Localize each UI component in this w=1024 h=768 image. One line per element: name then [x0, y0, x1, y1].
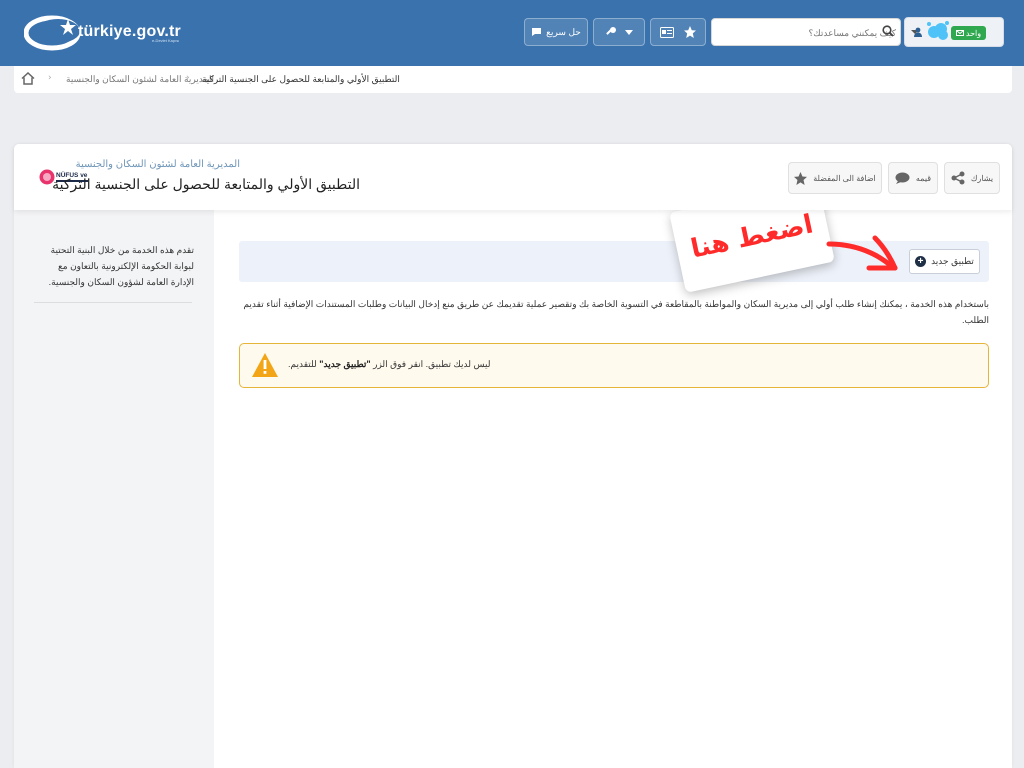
warning-message: ليس لديك تطبيق. انقر فوق الزر "تطبيق جدي…	[288, 359, 490, 370]
star-icon	[794, 171, 808, 185]
share-label: يشارك	[970, 173, 994, 183]
top-header: türkiye.gov.tr e-Devlet Kapısı حل سريع و…	[0, 0, 1024, 66]
logo-subtext: e-Devlet Kapısı	[152, 38, 180, 43]
service-header: NÜFUS ve المديرية العامة لشئون السكان وا…	[14, 144, 1012, 210]
warning-text-start: ليس لديك تطبيق. انقر فوق الزر	[370, 359, 491, 369]
comment-icon	[895, 172, 910, 184]
sidebar-info-text: تقدم هذه الخدمة من خلال البنية التحتية ل…	[48, 245, 194, 287]
login-label: واحد	[965, 28, 982, 38]
rate-label: قيمه	[915, 173, 932, 183]
new-application-button[interactable]: + تطبيق جديد	[909, 249, 980, 274]
plus-circle-icon: +	[915, 256, 927, 267]
login-button[interactable]: واحد	[904, 17, 1004, 47]
key-icon	[606, 27, 616, 35]
breadcrumb-separator: ›	[48, 73, 52, 83]
sidebar-divider	[34, 302, 192, 303]
edevlet-badge: واحد	[951, 26, 986, 40]
new-application-label: تطبيق جديد	[931, 256, 974, 266]
service-description: باستخدام هذه الخدمة ، يمكنك إنشاء طلب أو…	[243, 299, 989, 325]
page-title: التطبيق الأولي والمتابعة للحصول على الجن…	[52, 176, 360, 192]
chevron-down-icon	[625, 29, 633, 35]
press-here-text: اضغط هنا	[688, 209, 816, 265]
id-card-icon	[660, 26, 674, 38]
warning-text-bold: "تطبيق جديد"	[319, 359, 371, 369]
home-icon[interactable]	[21, 72, 35, 85]
user-icon	[914, 27, 922, 37]
search-box	[711, 18, 901, 46]
breadcrumb: › المديرية العامة لشئون السكان والجنسية …	[14, 66, 1012, 93]
share-icon	[951, 171, 965, 185]
search-icon[interactable]	[882, 25, 894, 37]
card-and-favorites-button[interactable]	[650, 18, 706, 46]
edevlet-cloud-icon	[927, 21, 949, 40]
chat-icon	[532, 28, 542, 36]
breadcrumb-item-service: التطبيق الأولي والمتابعة للحصول على الجن…	[202, 74, 400, 84]
add-to-favorites-button[interactable]: اضافة الى المفضلة	[788, 162, 882, 194]
warning-text-end: للتقديم.	[288, 359, 320, 369]
crescent-star-icon	[23, 15, 81, 51]
envelope-icon	[955, 30, 964, 36]
breadcrumb-separator: ›	[186, 73, 190, 83]
quick-solution-button[interactable]: حل سريع	[524, 18, 588, 46]
add-to-favorites-label: اضافة الى المفضلة	[813, 173, 876, 183]
organization-name[interactable]: المديرية العامة لشئون السكان والجنسية	[76, 159, 240, 170]
search-input[interactable]	[738, 24, 896, 42]
star-icon	[684, 26, 696, 38]
no-application-warning: ليس لديك تطبيق. انقر فوق الزر "تطبيق جدي…	[239, 343, 989, 388]
rate-button[interactable]: قيمه	[888, 162, 938, 194]
key-menu-button[interactable]	[593, 18, 645, 46]
breadcrumb-item-organization[interactable]: المديرية العامة لشئون السكان والجنسية	[66, 74, 214, 85]
quick-solution-label: حل سريع	[546, 26, 581, 37]
warning-icon	[252, 353, 278, 377]
arrow-annotation-icon	[826, 235, 898, 271]
sidebar: تقدم هذه الخدمة من خلال البنية التحتية ل…	[14, 210, 214, 768]
share-button[interactable]: يشارك	[944, 162, 1000, 194]
